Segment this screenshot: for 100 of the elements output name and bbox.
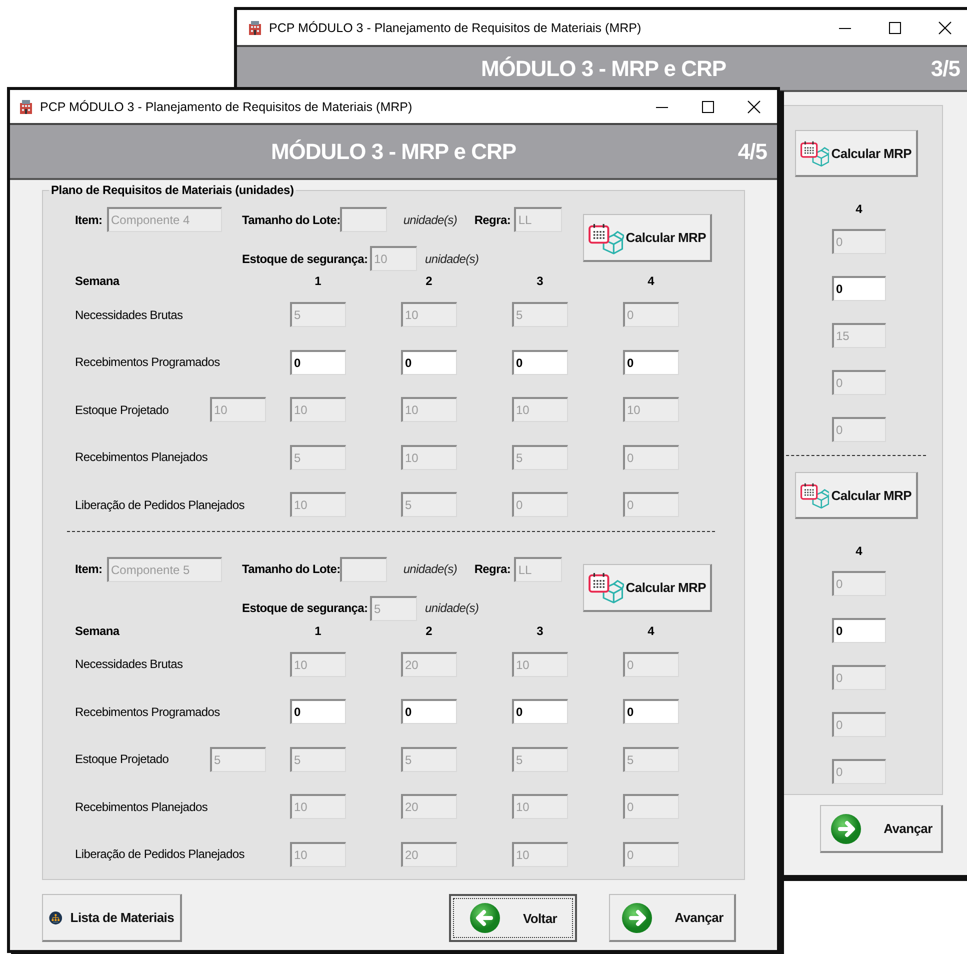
input-field[interactable]: 0 — [512, 492, 568, 518]
input-field[interactable]: 0 — [832, 712, 886, 737]
input-field[interactable]: 0 — [832, 571, 886, 596]
window-title: PCP MÓDULO 3 - Planejamento de Requisitos de Materiais (MRP) — [40, 100, 414, 114]
input-field[interactable]: 10 — [512, 397, 568, 422]
maximize-icon[interactable] — [701, 100, 715, 114]
input-field[interactable]: 10 — [290, 842, 346, 867]
input-field[interactable]: 5 — [210, 746, 266, 772]
input-field[interactable]: 5 — [623, 746, 679, 772]
input-field[interactable]: 0 — [401, 350, 457, 375]
row-label: Recebimentos Programados — [75, 355, 221, 370]
back-button[interactable]: Voltar — [449, 894, 577, 942]
input-field[interactable]: 10 — [290, 652, 346, 677]
input-field[interactable]: 0 — [832, 618, 886, 643]
input-field[interactable]: LL — [514, 207, 562, 232]
row-label: Liberação de Pedidos Planejados — [75, 847, 246, 862]
input-field[interactable]: 5 — [401, 492, 457, 518]
row-label: Recebimentos Programados — [75, 704, 221, 719]
column-header: 4 — [648, 624, 654, 638]
input-field[interactable]: 10 — [401, 397, 457, 422]
input-field[interactable]: 10 — [210, 397, 266, 422]
page-counter: 4/5 — [738, 138, 767, 164]
input-field[interactable]: 0 — [623, 794, 679, 820]
field-label: Estoque de segurança: — [242, 252, 369, 266]
input-field[interactable]: 20 — [401, 842, 457, 867]
next-button[interactable]: Avançar — [820, 805, 943, 853]
input-field[interactable]: 10 — [512, 842, 568, 867]
input-field[interactable]: 0 — [623, 652, 679, 677]
input-field[interactable]: 0 — [623, 350, 679, 375]
input-field[interactable]: 10 — [290, 492, 346, 518]
input-field[interactable]: 5 — [401, 746, 457, 772]
input-field[interactable]: 5 — [290, 302, 346, 328]
input-field[interactable]: 5 — [370, 596, 417, 620]
field-label: Tamanho do Lote: — [242, 562, 340, 576]
row-label: Necessidades Brutas — [75, 657, 184, 672]
field-label: Regra: — [474, 562, 512, 576]
input-field[interactable]: 0 — [512, 350, 568, 375]
group-title: Plano de Requisitos de Materiais (unidades) — [50, 183, 295, 197]
input-field[interactable]: 0 — [290, 699, 346, 724]
window-title: PCP MÓDULO 3 - Planejamento de Requisitos de Materiais (MRP) — [269, 20, 642, 34]
input-field[interactable]: 0 — [832, 370, 886, 395]
calculate-button[interactable]: Calcular MRP — [794, 130, 918, 177]
input-field[interactable]: 10 — [401, 444, 457, 470]
input-field[interactable]: 0 — [832, 759, 886, 784]
field-label: Estoque de segurança: — [242, 601, 369, 615]
column-header: 2 — [426, 624, 432, 638]
input-field[interactable]: 5 — [290, 746, 346, 772]
input-field[interactable] — [340, 556, 388, 582]
column-header: Semana — [75, 624, 121, 638]
column-header: 3 — [536, 274, 544, 288]
materials-list-button[interactable]: Lista de Materiais — [42, 894, 182, 942]
input-field[interactable]: 0 — [623, 842, 679, 867]
unit-label: unidade(s) — [403, 562, 458, 576]
input-field[interactable]: 0 — [832, 665, 886, 690]
row-label: Necessidades Brutas — [75, 308, 184, 322]
input-field[interactable]: 0 — [290, 350, 346, 375]
input-field[interactable]: Componente 4 — [107, 207, 222, 232]
input-field[interactable]: 10 — [512, 652, 568, 677]
input-field[interactable]: 0 — [832, 276, 886, 301]
column-header: Semana — [75, 274, 121, 288]
input-field[interactable]: 0 — [512, 699, 568, 724]
input-field[interactable]: 10 — [401, 302, 457, 328]
input-field[interactable]: 0 — [623, 444, 679, 470]
input-field[interactable]: 0 — [832, 417, 886, 442]
input-field[interactable]: 0 — [623, 302, 679, 328]
input-field[interactable]: 5 — [512, 746, 568, 772]
input-field[interactable]: 5 — [290, 444, 346, 470]
input-field[interactable]: 0 — [832, 229, 886, 254]
input-field[interactable]: 20 — [401, 652, 457, 677]
maximize-icon[interactable] — [888, 20, 902, 34]
module-heading: MÓDULO 3 - MRP e CRP — [480, 56, 726, 82]
input-field[interactable]: 0 — [401, 699, 457, 724]
next-button[interactable]: Avançar — [609, 894, 736, 942]
input-field[interactable]: Componente 5 — [107, 556, 222, 582]
column-header: 3 — [536, 624, 544, 638]
field-label: Item: — [75, 212, 104, 226]
row-label: Estoque Projetado — [75, 402, 170, 417]
input-field[interactable]: 0 — [623, 492, 679, 518]
calculate-button[interactable]: Calcular MRP — [583, 564, 712, 612]
close-icon[interactable] — [938, 20, 952, 34]
input-field[interactable]: 10 — [290, 794, 346, 820]
building-icon — [247, 20, 263, 36]
close-icon[interactable] — [747, 100, 761, 114]
input-field[interactable]: 15 — [832, 323, 886, 348]
module-heading: MÓDULO 3 - MRP e CRP — [270, 138, 516, 164]
calculate-button[interactable]: Calcular MRP — [583, 214, 712, 262]
input-field[interactable]: 20 — [401, 794, 457, 820]
input-field[interactable]: LL — [514, 556, 562, 582]
input-field[interactable] — [340, 207, 388, 232]
input-field[interactable]: 5 — [512, 444, 568, 470]
unit-label: unidade(s) — [403, 212, 458, 226]
calculate-button[interactable]: Calcular MRP — [794, 472, 918, 519]
building-icon — [18, 98, 34, 114]
input-field[interactable]: 10 — [370, 246, 417, 271]
input-field[interactable]: 5 — [512, 302, 568, 328]
input-field[interactable]: 10 — [290, 397, 346, 422]
arrow-right-icon — [830, 812, 862, 844]
input-field[interactable]: 10 — [512, 794, 568, 820]
input-field[interactable]: 10 — [623, 397, 679, 422]
input-field[interactable]: 0 — [623, 699, 679, 724]
